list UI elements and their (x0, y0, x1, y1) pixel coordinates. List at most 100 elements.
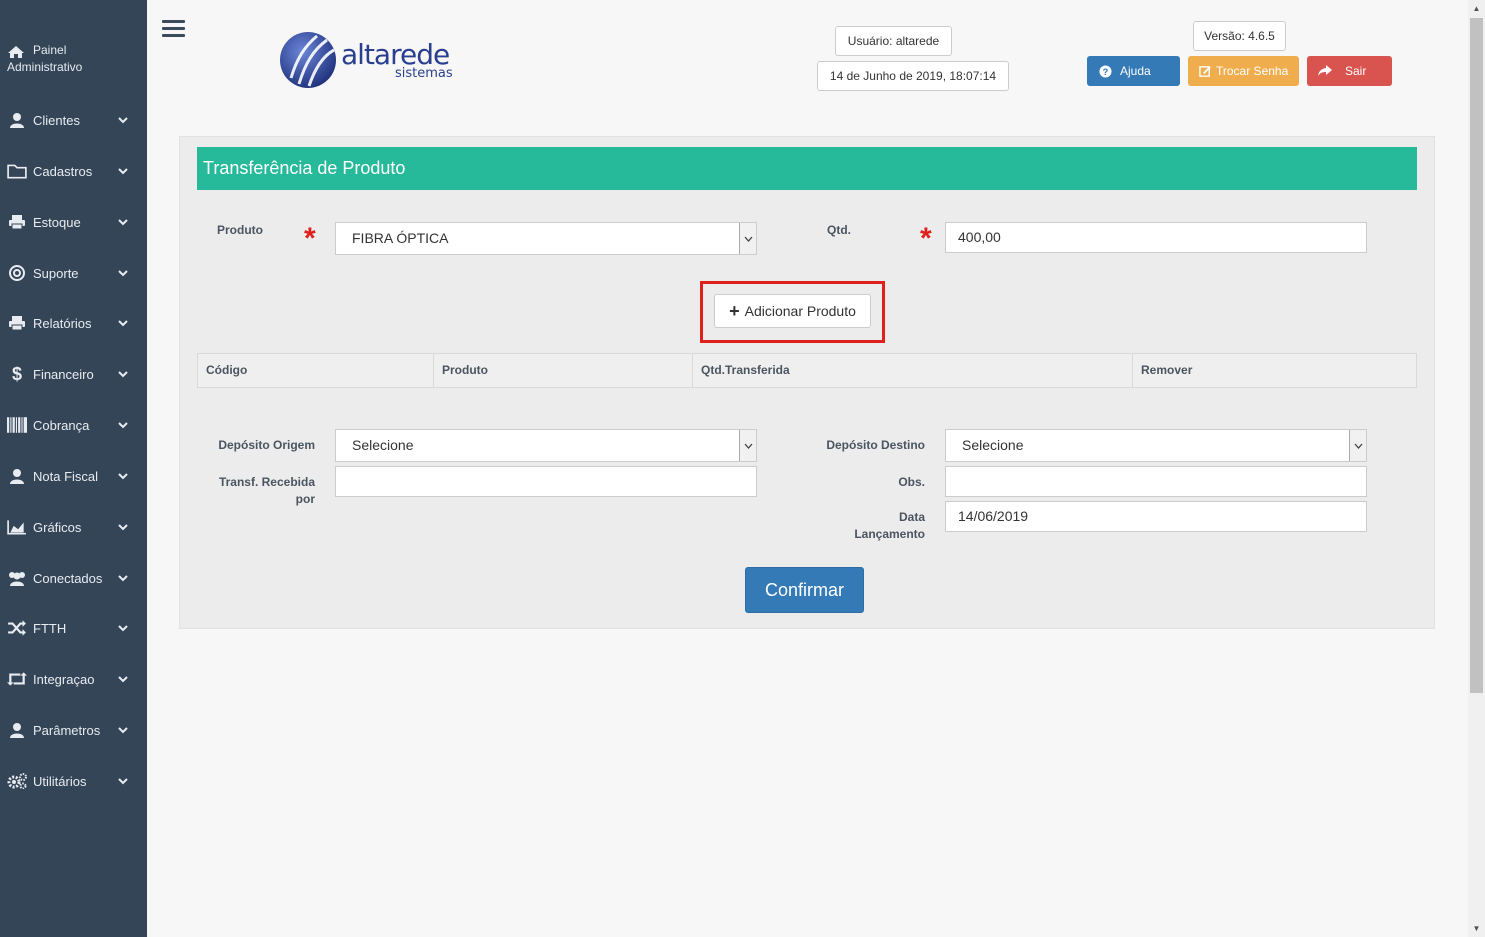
sidebar-item-clientes[interactable]: Clientes (0, 103, 147, 137)
current-datetime: 14 de Junho de 2019, 18:07:14 (817, 61, 1009, 91)
sidebar-item-conectados[interactable]: Conectados (0, 561, 147, 595)
sidebar-item-label: Integraçao (33, 672, 95, 687)
question-circle-icon: ? (1098, 64, 1112, 78)
sidebar-item-cobranca[interactable]: Cobrança (0, 408, 147, 442)
sidebar-header-admin-panel[interactable]: Painel Administrativo (7, 42, 137, 76)
origin-deposit-label: Depósito Origem (218, 438, 315, 452)
logo-subtitle: sistemas (395, 66, 453, 81)
sidebar-item-label: Nota Fiscal (33, 469, 99, 484)
chevron-down-icon (118, 727, 128, 734)
sidebar-item-label: Utilitários (33, 774, 87, 789)
dest-deposit-select[interactable]: Selecione (945, 429, 1367, 462)
origin-deposit-value: Selecione (352, 437, 414, 453)
logo-globe-icon (280, 32, 336, 88)
users-icon (9, 572, 25, 586)
chevron-down-icon (118, 473, 128, 480)
sidebar-item-label: Gráficos (33, 520, 82, 535)
sidebar-item-suporte[interactable]: Suporte (0, 256, 147, 290)
barcode-icon (7, 417, 27, 433)
obs-label: Obs. (898, 475, 925, 489)
origin-deposit-select[interactable]: Selecione (335, 429, 757, 462)
sidebar-item-label: Relatórios (33, 316, 92, 331)
sidebar-item-label: Clientes (33, 113, 80, 128)
scrollbar-thumb[interactable] (1470, 18, 1483, 693)
received-by-label: Transf. Recebida por (218, 475, 315, 506)
folder-icon (7, 164, 27, 179)
product-label: Produto (217, 223, 263, 237)
required-mark: * (920, 222, 932, 255)
menu-toggle-button[interactable] (162, 20, 185, 40)
sidebar-item-graficos[interactable]: Gráficos (0, 510, 147, 544)
area-chart-icon (7, 520, 26, 535)
sidebar-item-parametros[interactable]: Parâmetros (0, 713, 147, 747)
chevron-down-icon (118, 117, 128, 124)
received-by-input[interactable] (335, 466, 757, 497)
chevron-down-icon (118, 778, 128, 785)
share-arrow-icon (1318, 64, 1332, 78)
user-icon (10, 113, 24, 128)
hamburger-icon (162, 20, 185, 23)
chevron-down-icon (739, 223, 756, 254)
chevron-down-icon (118, 422, 128, 429)
random-icon (8, 620, 26, 636)
sidebar-header-line2: Administrativo (7, 60, 83, 74)
sidebar-item-label: Suporte (33, 266, 79, 281)
user-icon (10, 723, 24, 738)
add-product-button[interactable]: + Adicionar Produto (714, 294, 871, 328)
home-icon (8, 46, 24, 58)
printer-icon (9, 215, 25, 230)
products-table-header: Código Produto Qtd.Transferida Remover (197, 353, 1417, 388)
sidebar-item-label: Conectados (33, 571, 103, 586)
chevron-down-icon (118, 168, 128, 175)
change-password-button[interactable]: Trocar Senha (1188, 56, 1299, 86)
chevron-down-icon (118, 219, 128, 226)
obs-input[interactable] (945, 466, 1367, 497)
required-mark: * (304, 222, 316, 255)
sidebar-item-label: Estoque (33, 215, 81, 230)
chevron-down-icon (118, 676, 128, 683)
lifebuoy-icon (9, 265, 25, 281)
sidebar-item-label: Cobrança (33, 418, 90, 433)
scrollbar[interactable]: ▲ ▼ (1468, 0, 1485, 937)
printer-icon (9, 316, 25, 331)
sidebar-item-nota-fiscal[interactable]: Nota Fiscal (0, 459, 147, 493)
chevron-down-icon (118, 320, 128, 327)
product-select-value: FIBRA ÓPTICA (352, 230, 449, 246)
sidebar-item-ftth[interactable]: FTTH (0, 611, 147, 645)
edit-icon (1198, 64, 1212, 78)
confirm-button[interactable]: Confirmar (745, 567, 864, 613)
column-header-qtd-transferida: Qtd.Transferida (693, 354, 1133, 387)
sidebar-item-label: Cadastros (33, 164, 93, 179)
sidebar-item-cadastros[interactable]: Cadastros (0, 154, 147, 188)
sidebar-item-label: FTTH (33, 621, 67, 636)
help-button[interactable]: ? Ajuda (1087, 56, 1180, 86)
release-date-label: Data Lançamento (854, 510, 925, 541)
scroll-up-arrow-icon[interactable]: ▲ (1468, 0, 1485, 17)
release-date-input[interactable]: 14/06/2019 (945, 501, 1367, 532)
chevron-down-icon (118, 371, 128, 378)
sidebar-item-financeiro[interactable]: $ Financeiro (0, 357, 147, 391)
logo: altarede sistemas (277, 28, 477, 92)
logout-label: Sair (1345, 64, 1367, 78)
sidebar-item-estoque[interactable]: Estoque (0, 205, 147, 239)
dest-deposit-label: Depósito Destino (826, 438, 925, 452)
logout-button[interactable]: Sair (1307, 56, 1392, 86)
current-user: Usuário: altarede (835, 26, 952, 56)
qty-input[interactable]: 400,00 (945, 222, 1367, 253)
sidebar-item-integracao[interactable]: Integraçao (0, 662, 147, 696)
chevron-down-icon (118, 270, 128, 277)
product-select[interactable]: FIBRA ÓPTICA (335, 222, 757, 255)
scroll-down-arrow-icon[interactable]: ▼ (1468, 920, 1485, 937)
retweet-icon (7, 672, 27, 686)
svg-text:?: ? (1102, 67, 1108, 77)
version-badge: Versão: 4.6.5 (1193, 21, 1286, 51)
panel-title: Transferência de Produto (197, 147, 1417, 190)
chevron-down-icon (739, 430, 756, 461)
user-icon (10, 469, 24, 484)
sidebar-item-utilitarios[interactable]: Utilitários (0, 764, 147, 798)
chevron-down-icon (118, 575, 128, 582)
chevron-down-icon (118, 524, 128, 531)
column-header-remover: Remover (1141, 363, 1193, 377)
sidebar-item-relatorios[interactable]: Relatórios (0, 306, 147, 340)
change-password-label: Trocar Senha (1216, 64, 1289, 78)
